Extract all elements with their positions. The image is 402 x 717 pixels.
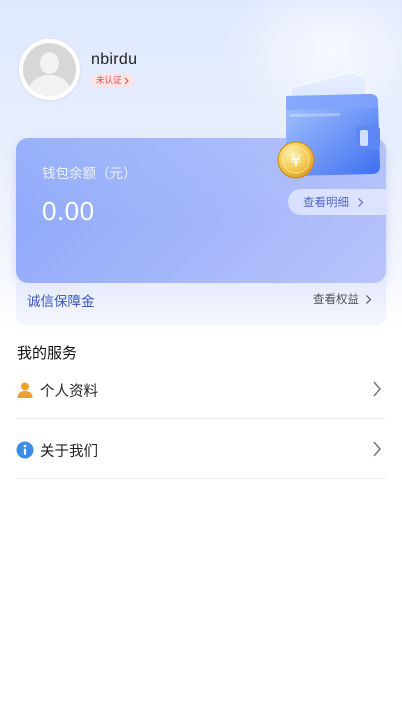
balance-value: 0.00: [42, 196, 95, 226]
section-title: 我的服务: [17, 344, 78, 362]
info-icon: [16, 441, 34, 459]
view-details-label: 查看明细: [303, 195, 349, 209]
default-avatar-icon: [23, 43, 76, 96]
chevron-right-icon: [373, 441, 381, 457]
deposit-label: 诚信保障金: [27, 294, 95, 310]
avatar[interactable]: [19, 39, 80, 100]
balance-label: 钱包余额（元）: [42, 166, 137, 182]
wallet-illustration-icon: ¥: [277, 68, 380, 179]
chevron-right-icon: [373, 381, 381, 397]
service-item-label: 关于我们: [40, 443, 98, 460]
divider: [16, 478, 386, 479]
person-icon: [16, 381, 34, 399]
divider: [16, 418, 386, 419]
service-item-label: 个人资料: [40, 383, 98, 400]
username: nbirdu: [91, 51, 138, 68]
chevron-right-icon: [124, 77, 129, 85]
svg-text:¥: ¥: [291, 151, 301, 170]
view-benefits-label: 查看权益: [313, 292, 359, 306]
view-details-button[interactable]: 查看明细: [288, 189, 386, 215]
service-item-profile[interactable]: 个人资料: [16, 370, 386, 410]
deposit-row[interactable]: 诚信保障金 查看权益: [16, 283, 386, 325]
verify-status-badge[interactable]: 未认证: [91, 74, 134, 88]
service-item-about[interactable]: 关于我们: [16, 430, 386, 470]
verify-status-label: 未认证: [96, 76, 122, 86]
chevron-right-icon: [366, 294, 372, 304]
chevron-right-icon: [358, 197, 364, 207]
view-benefits-link[interactable]: 查看权益: [313, 291, 372, 307]
